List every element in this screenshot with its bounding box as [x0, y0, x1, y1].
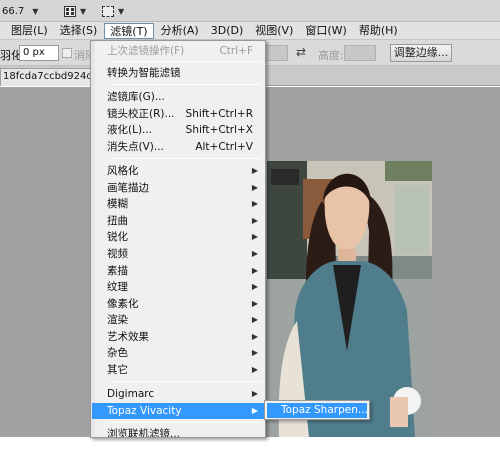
menu-item-label: 浏览联机滤镜... — [107, 428, 181, 438]
submenu-arrow-icon: ▶ — [251, 315, 258, 324]
menu-item-other[interactable]: 其它 ▶ — [92, 362, 264, 378]
swap-arrows-icon[interactable]: ⇄ — [296, 45, 306, 59]
menu-item-brush-strokes[interactable]: 画笔描边 ▶ — [92, 180, 264, 196]
submenu-arrow-icon: ▶ — [251, 299, 258, 308]
height-field[interactable] — [344, 45, 376, 61]
zoom-level-dropdown[interactable]: 66.7 ▼ — [2, 3, 54, 19]
submenu-arrow-icon: ▶ — [251, 406, 258, 415]
menu-bar: 图层(L) 选择(S) 滤镜(T) 分析(A) 3D(D) 视图(V) 窗口(W… — [0, 22, 500, 40]
menu-item-label: 视频 — [107, 248, 128, 260]
menu-item-convert-smart-filters[interactable]: 转换为智能滤镜 — [92, 65, 264, 81]
menu-item-blur[interactable]: 模糊 ▶ — [92, 196, 264, 212]
menu-item-lens-correction[interactable]: 镜头校正(R)... Shift+Ctrl+R — [92, 106, 264, 122]
menu-item-noise[interactable]: 杂色 ▶ — [92, 345, 264, 361]
menu-item-artistic[interactable]: 艺术效果 ▶ — [92, 329, 264, 345]
menu-item-topaz-sharpen[interactable]: Topaz Sharpen... — [267, 403, 368, 418]
status-strip — [0, 437, 500, 450]
submenu-arrow-icon: ▶ — [251, 348, 258, 357]
menu-item-label: Digimarc — [107, 388, 155, 400]
menu-item-digimarc[interactable]: Digimarc ▶ — [92, 386, 264, 402]
menu-help[interactable]: 帮助(H) — [354, 23, 403, 39]
menu-item-label: 模糊 — [107, 198, 128, 210]
submenu-arrow-icon: ▶ — [251, 365, 258, 374]
menu-view[interactable]: 视图(V) — [250, 23, 298, 39]
menu-filter[interactable]: 滤镜(T) — [104, 22, 154, 39]
menu-item-shortcut: Alt+Ctrl+V — [195, 141, 253, 153]
arrange-documents-icon — [64, 5, 76, 17]
menu-item-browse-online-filters[interactable]: 浏览联机滤镜... — [92, 426, 264, 438]
menu-item-label: Topaz Vivacity — [107, 405, 182, 417]
menu-layer[interactable]: 图层(L) — [6, 23, 53, 39]
screen-mode-button[interactable]: ▼ — [102, 3, 124, 19]
menu-item-video[interactable]: 视频 ▶ — [92, 246, 264, 262]
menu-item-filter-gallery[interactable]: 滤镜库(G)... — [92, 89, 264, 105]
menu-item-texture[interactable]: 纹理 ▶ — [92, 279, 264, 295]
application-bar: 66.7 ▼ ▼ ▼ — [0, 0, 500, 22]
menu-item-vanishing-point[interactable]: 消失点(V)... Alt+Ctrl+V — [92, 139, 264, 155]
menu-item-sharpen[interactable]: 锐化 ▶ — [92, 229, 264, 245]
menu-item-label: 纹理 — [107, 281, 128, 293]
submenu-arrow-icon: ▶ — [251, 332, 258, 341]
menu-item-label: 消失点(V)... — [107, 141, 164, 153]
submenu-arrow-icon: ▶ — [251, 199, 258, 208]
document-photo — [267, 161, 432, 437]
menu-separator — [111, 158, 261, 159]
refine-edge-button[interactable]: 调整边缘... — [390, 44, 452, 62]
antialias-checkbox[interactable] — [62, 48, 72, 58]
menu-item-label: 上次滤镜操作(F) — [107, 45, 185, 57]
menu-item-shortcut: Ctrl+F — [219, 45, 253, 57]
menu-item-liquify[interactable]: 液化(L)... Shift+Ctrl+X — [92, 122, 264, 138]
menu-item-label: 滤镜库(G)... — [107, 91, 165, 103]
menu-item-label: 液化(L)... — [107, 124, 153, 136]
menu-item-label: 艺术效果 — [107, 331, 149, 343]
menu-select[interactable]: 选择(S) — [55, 23, 103, 39]
submenu-arrow-icon: ▶ — [251, 232, 258, 241]
arrange-documents-button[interactable]: ▼ — [64, 3, 86, 19]
menu-item-label: 其它 — [107, 364, 128, 376]
menu-item-label: 素描 — [107, 265, 128, 277]
menu-item-label: 转换为智能滤镜 — [107, 67, 181, 79]
submenu-arrow-icon: ▶ — [251, 249, 258, 258]
menu-window[interactable]: 窗口(W) — [300, 23, 351, 39]
menu-separator — [111, 84, 261, 85]
chevron-down-icon: ▼ — [80, 6, 87, 16]
menu-analysis[interactable]: 分析(A) — [156, 23, 204, 39]
menu-item-render[interactable]: 渲染 ▶ — [92, 312, 264, 328]
feather-input[interactable]: 0 px — [19, 45, 59, 61]
zoom-level-value: 66.7 — [2, 5, 25, 17]
menu-item-shortcut: Shift+Ctrl+X — [185, 124, 253, 136]
screen-mode-icon — [102, 5, 114, 17]
submenu-arrow-icon: ▶ — [251, 389, 258, 398]
menu-item-pixelate[interactable]: 像素化 ▶ — [92, 296, 264, 312]
menu-separator — [111, 381, 261, 382]
chevron-down-icon: ▼ — [118, 6, 125, 16]
menu-item-label: 扭曲 — [107, 215, 128, 227]
filter-menu-dropdown: 上次滤镜操作(F) Ctrl+F 转换为智能滤镜 滤镜库(G)... 镜头校正(… — [90, 40, 266, 438]
menu-item-label: 画笔描边 — [107, 182, 149, 194]
document-tab[interactable]: 18fcda7ccbd924c.jpg — [0, 68, 92, 86]
height-label: 高度: — [318, 49, 344, 62]
menu-item-label: 风格化 — [107, 165, 139, 177]
menu-item-last-filter: 上次滤镜操作(F) Ctrl+F — [92, 43, 264, 59]
topaz-vivacity-submenu: Topaz Sharpen... — [264, 400, 370, 420]
submenu-arrow-icon: ▶ — [251, 266, 258, 275]
menu-item-label: 渲染 — [107, 314, 128, 326]
menu-item-label: 像素化 — [107, 298, 139, 310]
menu-separator — [111, 422, 261, 423]
menu-separator — [111, 61, 261, 62]
menu-item-distort[interactable]: 扭曲 ▶ — [92, 213, 264, 229]
menu-item-shortcut: Shift+Ctrl+R — [185, 108, 253, 120]
chevron-down-icon: ▼ — [32, 6, 39, 16]
submenu-arrow-icon: ▶ — [251, 216, 258, 225]
menu-item-stylize[interactable]: 风格化 ▶ — [92, 163, 264, 179]
menu-item-label: 镜头校正(R)... — [107, 108, 175, 120]
menu-item-sketch[interactable]: 素描 ▶ — [92, 263, 264, 279]
menu-item-label: 锐化 — [107, 231, 128, 243]
submenu-arrow-icon: ▶ — [251, 282, 258, 291]
submenu-arrow-icon: ▶ — [251, 183, 258, 192]
submenu-arrow-icon: ▶ — [251, 166, 258, 175]
menu-3d[interactable]: 3D(D) — [206, 23, 249, 39]
menu-item-topaz-vivacity[interactable]: Topaz Vivacity ▶ — [92, 403, 264, 419]
menu-item-label: 杂色 — [107, 347, 128, 359]
